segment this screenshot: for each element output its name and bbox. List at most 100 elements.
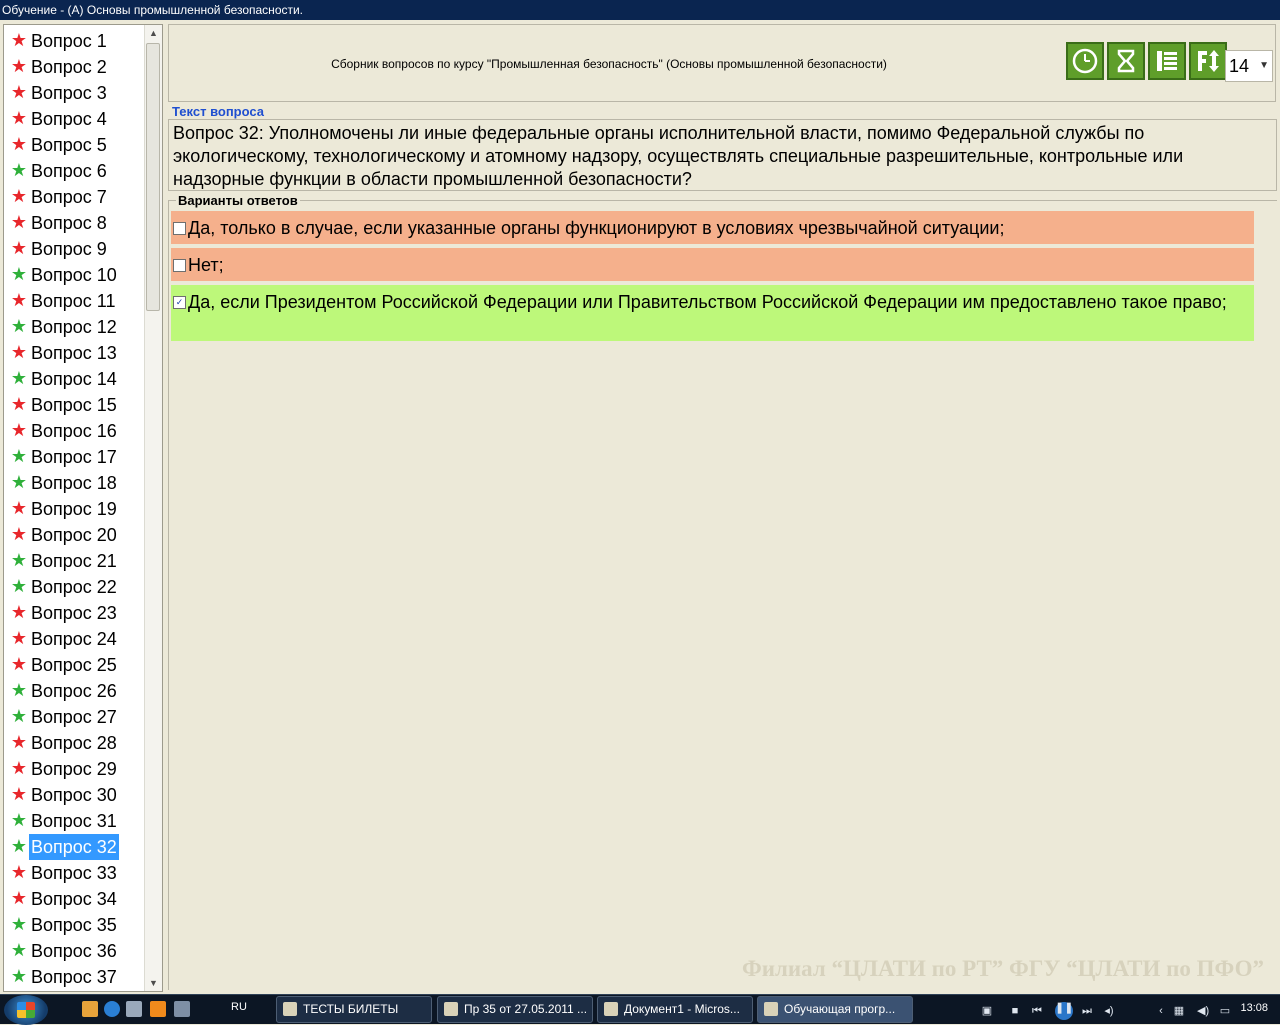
question-list-item[interactable]: ★ Вопрос 23 (4, 600, 144, 626)
question-list-item[interactable]: ★ Вопрос 15 (4, 392, 144, 418)
timer-button[interactable] (1107, 42, 1145, 80)
previous-track-icon[interactable]: ⏮ (1031, 1005, 1043, 1017)
question-list-item[interactable]: ★ Вопрос 14 (4, 366, 144, 392)
pause-icon[interactable]: ❚❚ (1055, 1002, 1073, 1020)
window-title-bar: Обучение - (А) Основы промышленной безоп… (0, 0, 1280, 20)
question-list-item[interactable]: ★ Вопрос 21 (4, 548, 144, 574)
course-header: Сборник вопросов по курсу "Промышленная … (168, 24, 1276, 102)
question-list-item[interactable]: ★ Вопрос 12 (4, 314, 144, 340)
show-desktop-icon[interactable] (126, 1001, 142, 1017)
question-list-scrollbar[interactable]: ▲ ▼ (144, 25, 162, 991)
taskbar-button-label: Пр 35 от 27.05.2011 ... (464, 1002, 588, 1016)
question-list-item[interactable]: ★ Вопрос 36 (4, 938, 144, 964)
question-list-item-label: Вопрос 28 (31, 733, 117, 753)
question-list-item[interactable]: ★ Вопрос 32 (4, 834, 144, 860)
question-list-item[interactable]: ★ Вопрос 16 (4, 418, 144, 444)
font-size-button[interactable] (1189, 42, 1227, 80)
next-track-icon[interactable]: ⏭ (1081, 1005, 1093, 1017)
window-switch-icon[interactable] (174, 1001, 190, 1017)
question-list-item-label: Вопрос 26 (31, 681, 117, 701)
question-list-item[interactable]: ★ Вопрос 31 (4, 808, 144, 834)
scrollbar-thumb[interactable] (146, 43, 160, 311)
question-list-item-label: Вопрос 14 (31, 369, 117, 389)
answer-option[interactable]: Да, только в случае, если указанные орга… (171, 211, 1254, 244)
red-star-icon: ★ (10, 186, 28, 207)
answer-option[interactable]: ✓ Да, если Президентом Российской Федерац… (171, 285, 1254, 341)
question-list-item[interactable]: ★ Вопрос 3 (4, 80, 144, 106)
question-list-item[interactable]: ★ Вопрос 25 (4, 652, 144, 678)
question-list-item[interactable]: ★ Вопрос 22 (4, 574, 144, 600)
taskbar-button-label: Обучающая прогр... (784, 1002, 896, 1016)
question-list-item[interactable]: ★ Вопрос 11 (4, 288, 144, 314)
list-button[interactable] (1148, 42, 1186, 80)
answer-checkbox[interactable] (173, 259, 186, 272)
question-list-item[interactable]: ★ Вопрос 18 (4, 470, 144, 496)
answer-checkbox[interactable] (173, 222, 186, 235)
question-list-item[interactable]: ★ Вопрос 4 (4, 106, 144, 132)
speaker-icon[interactable]: ◀) (1197, 1005, 1209, 1017)
question-list-item-label: Вопрос 9 (31, 239, 107, 259)
question-list-item[interactable]: ★ Вопрос 2 (4, 54, 144, 80)
question-list-item[interactable]: ★ Вопрос 35 (4, 912, 144, 938)
question-list-item[interactable]: ★ Вопрос 13 (4, 340, 144, 366)
volume-icon[interactable]: ◂) (1103, 1005, 1115, 1017)
question-list-item-label: Вопрос 12 (31, 317, 117, 337)
question-list[interactable]: ★ Вопрос 1 ★ Вопрос 2 ★ Вопрос 3 ★ Вопрос 4 ★ Воп… (3, 24, 163, 992)
question-list-item[interactable]: ★ Вопрос 9 (4, 236, 144, 262)
media-icon[interactable]: ▣ (981, 1005, 993, 1017)
chevron-left-icon[interactable]: ‹ (1155, 1005, 1167, 1017)
taskbar-button[interactable]: Обучающая прогр... (757, 996, 913, 1023)
question-list-item[interactable]: ★ Вопрос 1 (4, 28, 144, 54)
font-size-select[interactable]: 14 ▼ (1225, 50, 1273, 82)
question-list-item[interactable]: ★ Вопрос 5 (4, 132, 144, 158)
question-list-item[interactable]: ★ Вопрос 19 (4, 496, 144, 522)
app-icon (444, 1002, 458, 1016)
taskbar-button[interactable]: Документ1 - Micros... (597, 996, 753, 1023)
question-list-item[interactable]: ★ Вопрос 20 (4, 522, 144, 548)
taskbar-button[interactable]: Пр 35 от 27.05.2011 ... (437, 996, 593, 1023)
clock-app-icon[interactable] (82, 1001, 98, 1017)
red-star-icon: ★ (10, 342, 28, 363)
question-list-item[interactable]: ★ Вопрос 33 (4, 860, 144, 886)
question-list-item[interactable]: ★ Вопрос 28 (4, 730, 144, 756)
question-list-item[interactable]: ★ Вопрос 34 (4, 886, 144, 912)
question-list-item-label: Вопрос 19 (31, 499, 117, 519)
answer-checkbox[interactable]: ✓ (173, 296, 186, 309)
scroll-down-arrow-icon[interactable]: ▼ (145, 975, 162, 991)
question-list-item[interactable]: ★ Вопрос 10 (4, 262, 144, 288)
question-list-item-label: Вопрос 5 (31, 135, 107, 155)
media-player-icon[interactable] (150, 1001, 166, 1017)
internet-explorer-icon[interactable] (104, 1001, 120, 1017)
taskbar-button[interactable]: ТЕСТЫ БИЛЕТЫ (276, 996, 432, 1023)
chevron-down-icon[interactable]: ▼ (1259, 51, 1269, 81)
green-star-icon: ★ (10, 836, 28, 857)
green-star-icon: ★ (10, 706, 28, 727)
question-list-item-label: Вопрос 29 (31, 759, 117, 779)
question-list-item[interactable]: ★ Вопрос 6 (4, 158, 144, 184)
question-list-item[interactable]: ★ Вопрос 29 (4, 756, 144, 782)
red-star-icon: ★ (10, 56, 28, 77)
display-icon[interactable]: ▭ (1219, 1005, 1231, 1017)
clock-button[interactable] (1066, 42, 1104, 80)
language-indicator[interactable]: RU (231, 1001, 247, 1013)
question-list-item-label: Вопрос 31 (31, 811, 117, 831)
question-list-item[interactable]: ★ Вопрос 37 (4, 964, 144, 990)
stop-icon[interactable]: ■ (1009, 1005, 1021, 1017)
answer-text: Да, если Президентом Российской Федераци… (188, 292, 1227, 312)
question-list-item[interactable]: ★ Вопрос 17 (4, 444, 144, 470)
red-star-icon: ★ (10, 134, 28, 155)
red-star-icon: ★ (10, 420, 28, 441)
question-list-item[interactable]: ★ Вопрос 24 (4, 626, 144, 652)
question-section-label: Текст вопроса (172, 104, 265, 119)
network-icon[interactable]: ▦ (1173, 1005, 1185, 1017)
answer-option[interactable]: Нет; (171, 248, 1254, 281)
question-list-item[interactable]: ★ Вопрос 7 (4, 184, 144, 210)
question-list-item[interactable]: ★ Вопрос 26 (4, 678, 144, 704)
red-star-icon: ★ (10, 784, 28, 805)
question-list-item[interactable]: ★ Вопрос 8 (4, 210, 144, 236)
question-list-item[interactable]: ★ Вопрос 30 (4, 782, 144, 808)
taskbar-clock[interactable]: 13:08 (1240, 1002, 1268, 1014)
start-button[interactable] (4, 995, 48, 1025)
question-list-item[interactable]: ★ Вопрос 27 (4, 704, 144, 730)
scroll-up-arrow-icon[interactable]: ▲ (145, 25, 162, 41)
